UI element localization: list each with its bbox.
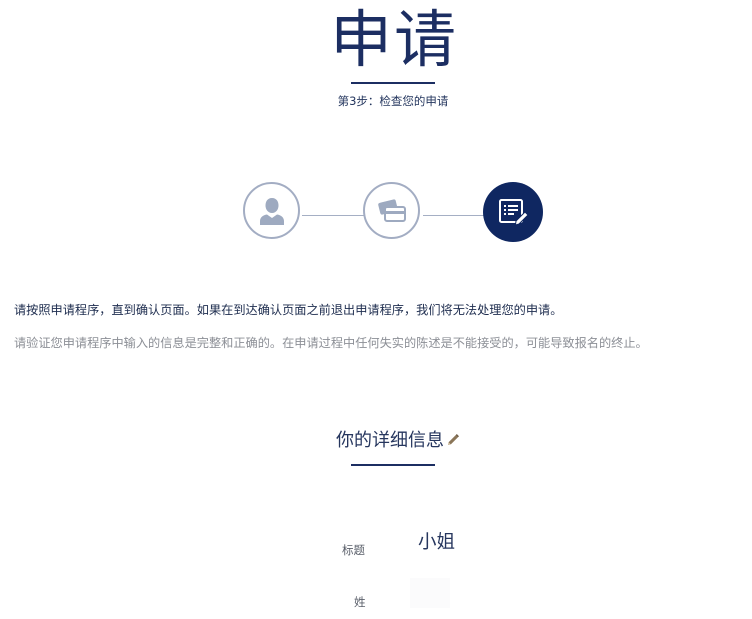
person-icon — [259, 197, 284, 225]
instructions: 请按照申请程序，直到确认页面。如果在到达确认页面之前退出申请程序，我们将无法处理… — [14, 300, 744, 353]
step-2-payment[interactable] — [363, 182, 420, 239]
document-edit-icon — [499, 199, 529, 226]
step-3-review[interactable] — [483, 182, 543, 242]
payment-cards-icon — [377, 198, 406, 222]
step-1-personal[interactable] — [243, 182, 300, 239]
field-label-surname: 姓 — [354, 595, 366, 609]
page-title: 申请 — [329, 3, 458, 76]
stepper-connector — [423, 215, 485, 216]
instruction-primary: 请按照申请程序，直到确认页面。如果在到达确认页面之前退出申请程序，我们将无法处理… — [14, 303, 563, 317]
field-value-surname — [410, 578, 450, 608]
details-heading-text: 你的详细信息 — [336, 430, 444, 451]
instruction-secondary: 请验证您申请程序中输入的信息是完整和正确的。在申请过程中任何失实的陈述是不能接受… — [14, 336, 648, 350]
title-underline — [351, 82, 435, 84]
pencil-icon[interactable] — [446, 431, 460, 452]
step-subtitle: 第3步：检查您的申请 — [337, 94, 449, 108]
progress-stepper — [242, 182, 544, 244]
details-section-heading: 你的详细信息 — [336, 426, 460, 452]
details-underline — [351, 464, 435, 466]
field-value-title: 小姐 — [418, 532, 456, 553]
stepper-connector — [302, 215, 364, 216]
field-label-title: 标题 — [342, 543, 365, 557]
